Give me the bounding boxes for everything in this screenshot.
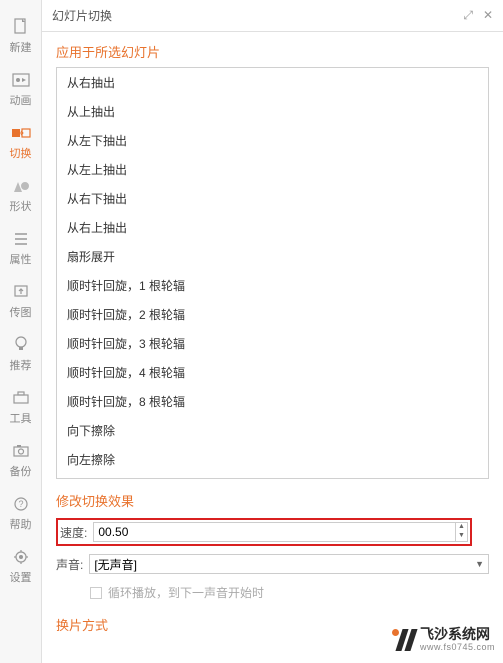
list-item[interactable]: 向下擦除 [57,416,488,445]
list-icon [11,230,31,248]
watermark-url: www.fs0745.com [420,643,495,653]
watermark-logo-icon [390,627,416,653]
help-icon: ? [11,495,31,513]
loop-checkbox-row[interactable]: 循环播放，到下一声音开始时 [90,584,489,601]
toolbox-icon [11,389,31,407]
panel-title: 幻灯片切换 [52,7,112,24]
apply-section-title: 应用于所选幻灯片 [56,42,489,61]
speed-input[interactable] [94,525,455,539]
sidebar-label: 新建 [10,39,32,55]
sidebar: 新建 动画 切换 形状 属性 传图 推荐 工具 [0,0,42,663]
sidebar-label: 推荐 [10,357,32,373]
watermark-title: 飞沙系统网 [420,627,495,642]
sidebar-item-backup[interactable]: 备份 [0,434,41,487]
anim-icon [11,71,31,89]
speed-spinner[interactable]: ▲ ▼ [93,522,468,542]
bulb-icon [11,336,31,354]
sidebar-label: 切换 [10,145,32,161]
speed-label: 速度: [60,524,87,541]
sidebar-item-new[interactable]: 新建 [0,10,41,63]
chevron-down-icon: ▼ [475,559,484,569]
upload-icon [11,283,31,301]
loop-label: 循环播放，到下一声音开始时 [108,584,264,601]
loop-checkbox[interactable] [90,587,102,599]
list-item[interactable]: 扇形展开 [57,242,488,271]
sidebar-item-tools[interactable]: 工具 [0,381,41,434]
list-item[interactable]: 顺时针回旋，8 根轮辐 [57,387,488,416]
shape-icon [11,177,31,195]
list-item[interactable]: 从上抽出 [57,97,488,126]
sidebar-item-upload[interactable]: 传图 [0,275,41,328]
watermark: 飞沙系统网 www.fs0745.com [390,627,495,653]
list-item[interactable]: 顺时针回旋，3 根轮辐 [57,329,488,358]
transition-listbox[interactable]: 从右抽出从上抽出从左下抽出从左上抽出从右下抽出从右上抽出扇形展开顺时针回旋，1 … [56,67,489,479]
camera-icon [11,442,31,460]
sidebar-item-recommend[interactable]: 推荐 [0,328,41,381]
list-item[interactable]: 顺时针回旋，4 根轮辐 [57,358,488,387]
list-item[interactable]: 从右抽出 [57,68,488,97]
sound-label: 声音: [56,556,83,573]
list-item[interactable]: 从右下抽出 [57,184,488,213]
transition-icon [11,124,31,142]
sidebar-label: 传图 [10,304,32,320]
main-panel: 幻灯片切换 ⤢ ✕ 应用于所选幻灯片 从右抽出从上抽出从左下抽出从左上抽出从右下… [42,0,503,663]
list-item[interactable]: 顺时针回旋，2 根轮辐 [57,300,488,329]
list-item[interactable]: 顺时针回旋，1 根轮辐 [57,271,488,300]
sound-select[interactable]: [无声音] ▼ [89,554,489,574]
sidebar-item-anim[interactable]: 动画 [0,63,41,116]
list-item[interactable]: 从右上抽出 [57,213,488,242]
spin-up-icon[interactable]: ▲ [456,523,467,532]
sidebar-item-help[interactable]: ? 帮助 [0,487,41,540]
sidebar-item-props[interactable]: 属性 [0,222,41,275]
gear-icon [11,548,31,566]
close-icon[interactable]: ✕ [483,8,493,23]
topbar: 幻灯片切换 ⤢ ✕ [42,0,503,32]
sidebar-item-shape[interactable]: 形状 [0,169,41,222]
sidebar-item-transition[interactable]: 切换 [0,116,41,169]
sidebar-label: 动画 [10,92,32,108]
list-item[interactable]: 向左擦除 [57,445,488,474]
svg-text:?: ? [18,499,23,509]
expand-icon[interactable]: ⤢ [463,8,473,23]
sidebar-label: 属性 [10,251,32,267]
modify-section-title: 修改切换效果 [56,491,489,510]
spin-down-icon[interactable]: ▼ [456,532,467,541]
content: 应用于所选幻灯片 从右抽出从上抽出从左下抽出从左上抽出从右下抽出从右上抽出扇形展… [42,32,503,663]
sidebar-label: 帮助 [10,516,32,532]
sidebar-label: 工具 [10,410,32,426]
file-icon [11,18,31,36]
sidebar-label: 设置 [10,569,32,585]
sidebar-label: 备份 [10,463,32,479]
list-item[interactable]: 从左上抽出 [57,155,488,184]
list-item[interactable]: 向右擦除 [57,474,488,479]
sidebar-item-settings[interactable]: 设置 [0,540,41,593]
speed-highlight: 速度: ▲ ▼ [56,518,472,546]
sidebar-label: 形状 [10,198,32,214]
sound-value: [无声音] [94,556,137,573]
list-item[interactable]: 从左下抽出 [57,126,488,155]
